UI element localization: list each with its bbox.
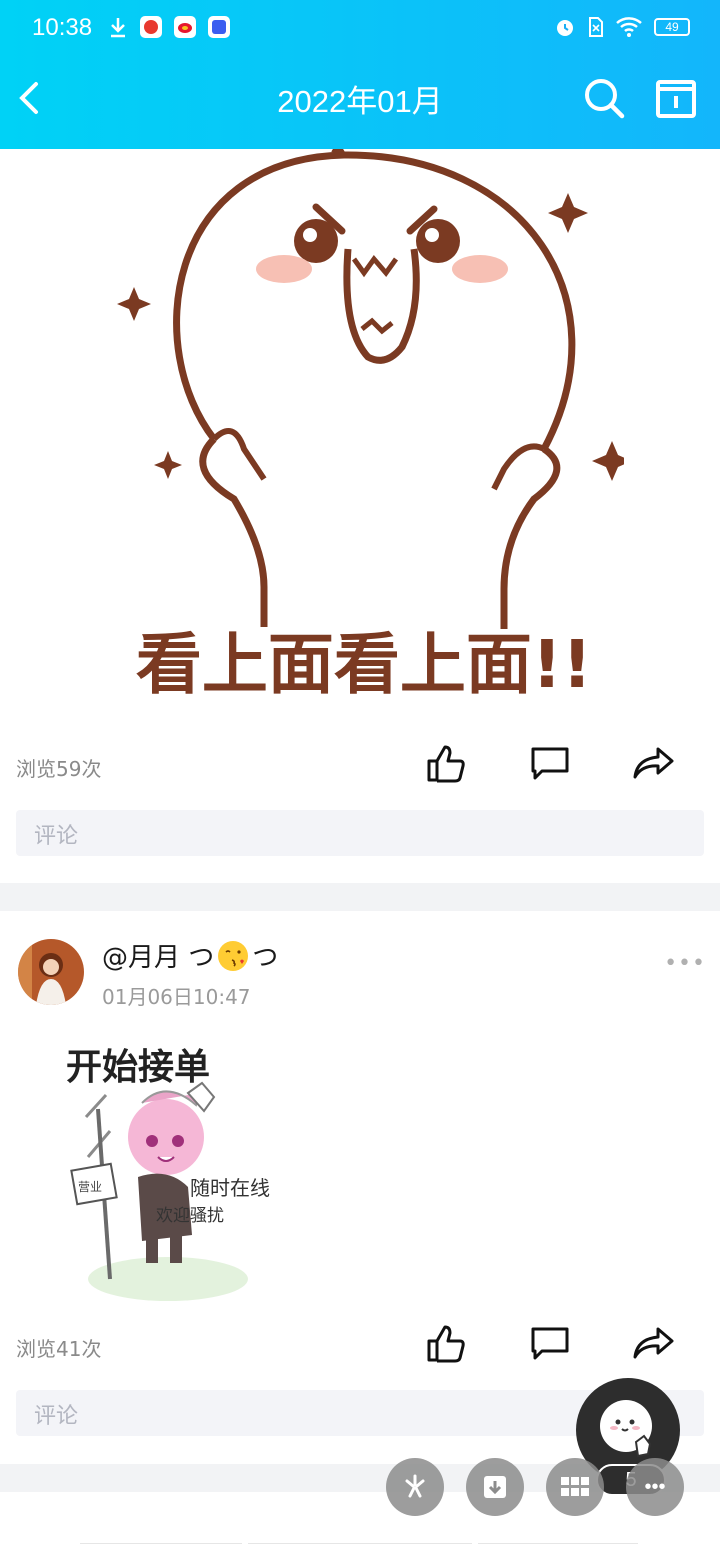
sticker-image[interactable]: 开始接单 营业 随时在线 欢迎骚扰	[58, 1037, 290, 1301]
grid-menu-button[interactable]	[546, 1458, 604, 1516]
battery-icon: 49	[654, 18, 690, 36]
top-bar: 10:38 49 2022年01月	[0, 0, 720, 149]
download-icon	[111, 18, 125, 38]
sparkle-icon	[405, 1474, 425, 1498]
post-card: 看上面看上面!! 浏览59次 评论	[0, 149, 720, 883]
kiss-emoji-icon	[218, 940, 249, 971]
username-suffix: つ	[252, 943, 279, 973]
wifi-icon	[616, 17, 642, 37]
username[interactable]: @月月 つ つ	[102, 937, 278, 974]
more-button[interactable]: •••	[626, 1458, 684, 1516]
comment-icon	[531, 747, 569, 780]
app-icon-red	[140, 16, 162, 38]
comment-icon	[531, 1327, 569, 1360]
comment-button[interactable]	[498, 1319, 602, 1367]
more-options-icon[interactable]: •••	[664, 951, 706, 976]
post-actions	[394, 739, 706, 787]
username-text: @月月 つ	[102, 943, 215, 973]
thumbs-up-icon	[427, 1325, 465, 1363]
sticker-sign: 营业	[78, 1180, 102, 1194]
sparkle-button[interactable]	[386, 1458, 444, 1516]
page: 10:38 49 2022年01月 看上面看上面!! 浏览59次 评论 @月月 …	[0, 0, 720, 1544]
system-icons: 49	[554, 16, 690, 38]
search-icon[interactable]	[582, 76, 626, 120]
post-time: 01月06日10:47	[102, 985, 251, 1009]
like-button[interactable]	[394, 739, 498, 787]
bottom-strip	[0, 1536, 720, 1544]
avatar[interactable]	[18, 939, 84, 1005]
grid-icon	[561, 1477, 589, 1496]
thumbs-up-icon	[427, 745, 465, 783]
comment-button[interactable]	[498, 739, 602, 787]
share-button[interactable]	[602, 739, 706, 787]
share-icon	[633, 747, 674, 779]
sticker-title: 开始接单	[66, 1047, 210, 1088]
calendar-icon[interactable]	[654, 76, 698, 120]
notification-icons	[108, 16, 230, 38]
status-bar: 10:38 49	[0, 0, 720, 56]
status-time: 10:38	[32, 14, 93, 41]
share-button[interactable]	[602, 1319, 706, 1367]
comment-input[interactable]: 评论	[16, 810, 704, 856]
weibo-icon	[174, 16, 196, 38]
download-box-icon	[484, 1476, 506, 1498]
mascot-icon	[600, 1400, 652, 1458]
post-actions	[394, 1319, 706, 1367]
tieba-icon	[208, 16, 230, 38]
sticker-line2: 欢迎骚扰	[156, 1206, 224, 1226]
like-button[interactable]	[394, 1319, 498, 1367]
alarm-icon	[557, 20, 573, 36]
sticker-line1: 随时在线	[190, 1176, 270, 1200]
view-count: 浏览41次	[16, 1337, 102, 1361]
save-button[interactable]	[466, 1458, 524, 1516]
nav-bar: 2022年01月	[0, 56, 720, 149]
sticker-caption: 看上面看上面!!	[136, 626, 592, 703]
sim-icon	[589, 17, 603, 37]
share-icon	[633, 1327, 674, 1359]
view-count: 浏览59次	[16, 757, 102, 781]
sticker-image[interactable]: 看上面看上面!!	[104, 149, 624, 729]
